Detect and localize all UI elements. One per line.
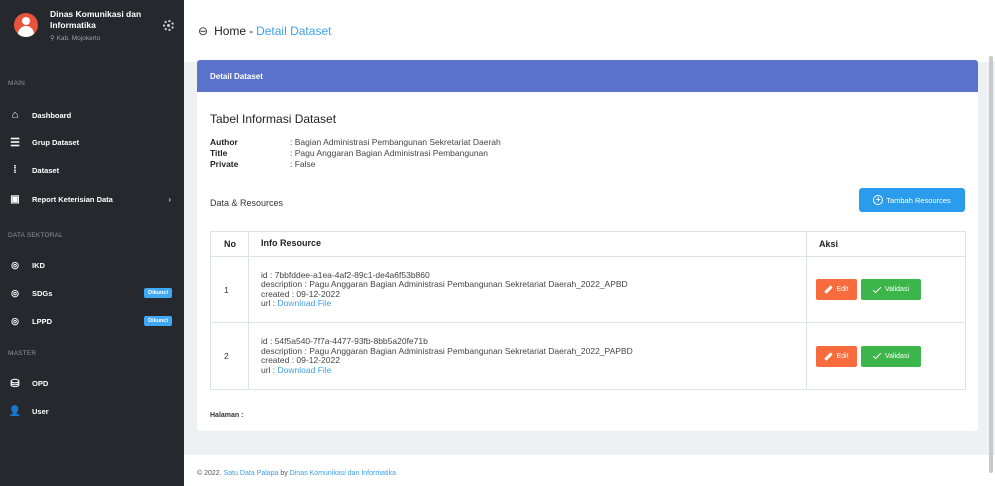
add-resources-label: Tambah Resources: [886, 195, 951, 205]
report-icon: ▣: [10, 193, 20, 205]
org-location: ⚲ Kab. Mojokerto: [50, 35, 101, 42]
sidebar-item-lppd[interactable]: ◎ LPPD Dikunci: [0, 311, 184, 331]
table-row: 2 id : 54f5a540-7f7a-4477-93fb-8bb5a20fe…: [211, 323, 965, 389]
validate-label: Validasi: [885, 352, 909, 360]
home-icon: ⌂: [11, 109, 19, 121]
breadcrumb: ⊖ Home - Detail Dataset: [184, 0, 995, 62]
meta-key: Author: [210, 137, 238, 147]
section-main: MAIN: [8, 80, 26, 87]
pencil-icon: [824, 285, 834, 294]
avatar[interactable]: [14, 13, 38, 37]
org-location-text: Kab. Mojokerto: [56, 35, 101, 42]
card-header: Detail Dataset: [197, 60, 978, 92]
edit-button[interactable]: Edit: [816, 279, 857, 300]
sidebar-item-label: LPPD: [32, 316, 53, 326]
footer-org-link[interactable]: Dinas Komunikasi dan Informatika: [290, 470, 396, 477]
resources-label: Data & Resources: [210, 198, 284, 208]
locked-badge: Dikunci: [144, 316, 172, 326]
sidebar-item-label: OPD: [32, 378, 49, 388]
sidebar: Dinas Komunikasi dan Informatika ⚲ Kab. …: [0, 0, 184, 486]
sidebar-item-label: SDGs: [32, 288, 53, 298]
edit-label: Edit: [836, 352, 849, 360]
check-icon: [872, 284, 882, 293]
plus-circle-icon: +: [873, 195, 884, 205]
edit-label: Edit: [836, 286, 849, 293]
resource-url-prefix: url :: [261, 298, 278, 308]
download-link[interactable]: Download File: [278, 298, 332, 308]
footer-copyright: © 2022.: [197, 470, 224, 477]
sidebar-item-dataset[interactable]: ⁞ Dataset: [0, 160, 184, 180]
breadcrumb-home[interactable]: Home: [214, 24, 246, 38]
meta-value: : Bagian Administrasi Pembangunan Sekret…: [290, 137, 501, 147]
row-actions: Edit Validasi: [806, 323, 965, 389]
signal-icon: ◎: [11, 259, 19, 270]
meta-key: Private: [210, 159, 239, 169]
org-name: Dinas Komunikasi dan Informatika: [50, 9, 142, 30]
validate-label: Validasi: [885, 286, 909, 293]
breadcrumb-separator: -: [249, 24, 254, 38]
locked-badge: Dikunci: [144, 288, 172, 298]
sidebar-item-ikd[interactable]: ◎ IKD: [0, 255, 184, 275]
user-icon: 👤: [8, 405, 22, 417]
breadcrumb-current: Detail Dataset: [256, 24, 332, 38]
signal-icon: ◎: [11, 315, 19, 326]
sidebar-item-report[interactable]: ▣ Report Keterisian Data ›: [0, 189, 184, 209]
resource-info: id : 7bbfddee-a1ea-4af2-89c1-de4a6f53b86…: [248, 257, 806, 322]
dataset-meta: Author : Bagian Administrasi Pembangunan …: [210, 137, 501, 170]
database-icon: ⛁: [10, 377, 20, 390]
pencil-icon: [824, 351, 834, 361]
footer-by: by: [278, 470, 290, 477]
profile-block: Dinas Komunikasi dan Informatika ⚲ Kab. …: [0, 0, 184, 62]
edit-button[interactable]: Edit: [816, 345, 857, 367]
resource-description: description : Pagu Anggaran Bagian Admin…: [261, 345, 633, 356]
bar-icon: ⁞: [13, 164, 17, 176]
footer-app-link[interactable]: Satu Data Palapa: [224, 470, 279, 477]
sidebar-item-label: Report Keterisian Data: [32, 194, 113, 204]
row-actions: Edit Validasi: [806, 257, 965, 322]
resources-table: No Info Resource Aksi 1 id : 7bbfddee-a1…: [210, 231, 966, 390]
sidebar-item-sdgs[interactable]: ◎ SDGs Dikunci: [0, 283, 184, 303]
column-header-info: Info Resource: [248, 232, 806, 256]
validate-button[interactable]: Validasi: [861, 279, 921, 300]
signal-icon: ◎: [11, 287, 19, 298]
sidebar-item-user[interactable]: 👤 User: [0, 401, 184, 421]
column-header-no: No: [224, 239, 236, 249]
add-resources-button[interactable]: + Tambah Resources: [859, 188, 965, 212]
sidebar-item-dashboard[interactable]: ⌂ Dashboard: [0, 105, 184, 125]
resource-description: description : Pagu Anggaran Bagian Admin…: [261, 279, 628, 289]
table-header: No Info Resource Aksi: [211, 232, 965, 257]
sidebar-item-opd[interactable]: ⛁ OPD: [0, 373, 184, 393]
check-icon: [872, 350, 882, 360]
page-title: Tabel Informasi Dataset: [210, 112, 337, 126]
meta-key: Title: [210, 148, 228, 158]
back-arrow-icon[interactable]: ⊖: [198, 24, 208, 38]
meta-value: : False: [290, 159, 316, 169]
section-master: MASTER: [8, 350, 37, 357]
list-icon: ☰: [10, 136, 20, 149]
table-row: 1 id : 7bbfddee-a1ea-4af2-89c1-de4a6f53b…: [211, 257, 965, 323]
row-number: 1: [224, 284, 229, 295]
validate-button[interactable]: Validasi: [861, 345, 921, 367]
scrollbar[interactable]: [989, 56, 993, 473]
resource-created: created : 09-12-2022: [261, 355, 340, 365]
section-data-sektoral: DATA SEKTORAL: [8, 232, 63, 239]
sidebar-item-label: Dataset: [32, 165, 60, 175]
row-number: 2: [224, 351, 229, 361]
gear-icon[interactable]: [163, 20, 174, 31]
column-header-aksi: Aksi: [806, 232, 965, 256]
sidebar-item-label: Dashboard: [32, 110, 72, 120]
sidebar-item-label: IKD: [32, 260, 45, 270]
chevron-right-icon: ›: [168, 194, 171, 204]
sidebar-item-label: Grup Dataset: [32, 137, 80, 147]
sidebar-item-label: User: [32, 406, 49, 416]
resource-info: id : 54f5a540-7f7a-4477-93fb-8bb5a20fe71…: [248, 323, 806, 389]
resource-url-prefix: url :: [261, 364, 278, 375]
detail-card: Detail Dataset Tabel Informasi Dataset A…: [197, 60, 978, 431]
download-link[interactable]: Download File: [278, 365, 332, 375]
meta-value: : Pagu Anggaran Bagian Administrasi Pemb…: [290, 148, 488, 158]
pagination-label: Halaman :: [210, 412, 244, 419]
resource-created: created : 09-12-2022: [261, 288, 340, 299]
sidebar-item-grup-dataset[interactable]: ☰ Grup Dataset: [0, 132, 184, 152]
footer: © 2022. Satu Data Palapa by Dinas Komuni…: [184, 455, 995, 486]
